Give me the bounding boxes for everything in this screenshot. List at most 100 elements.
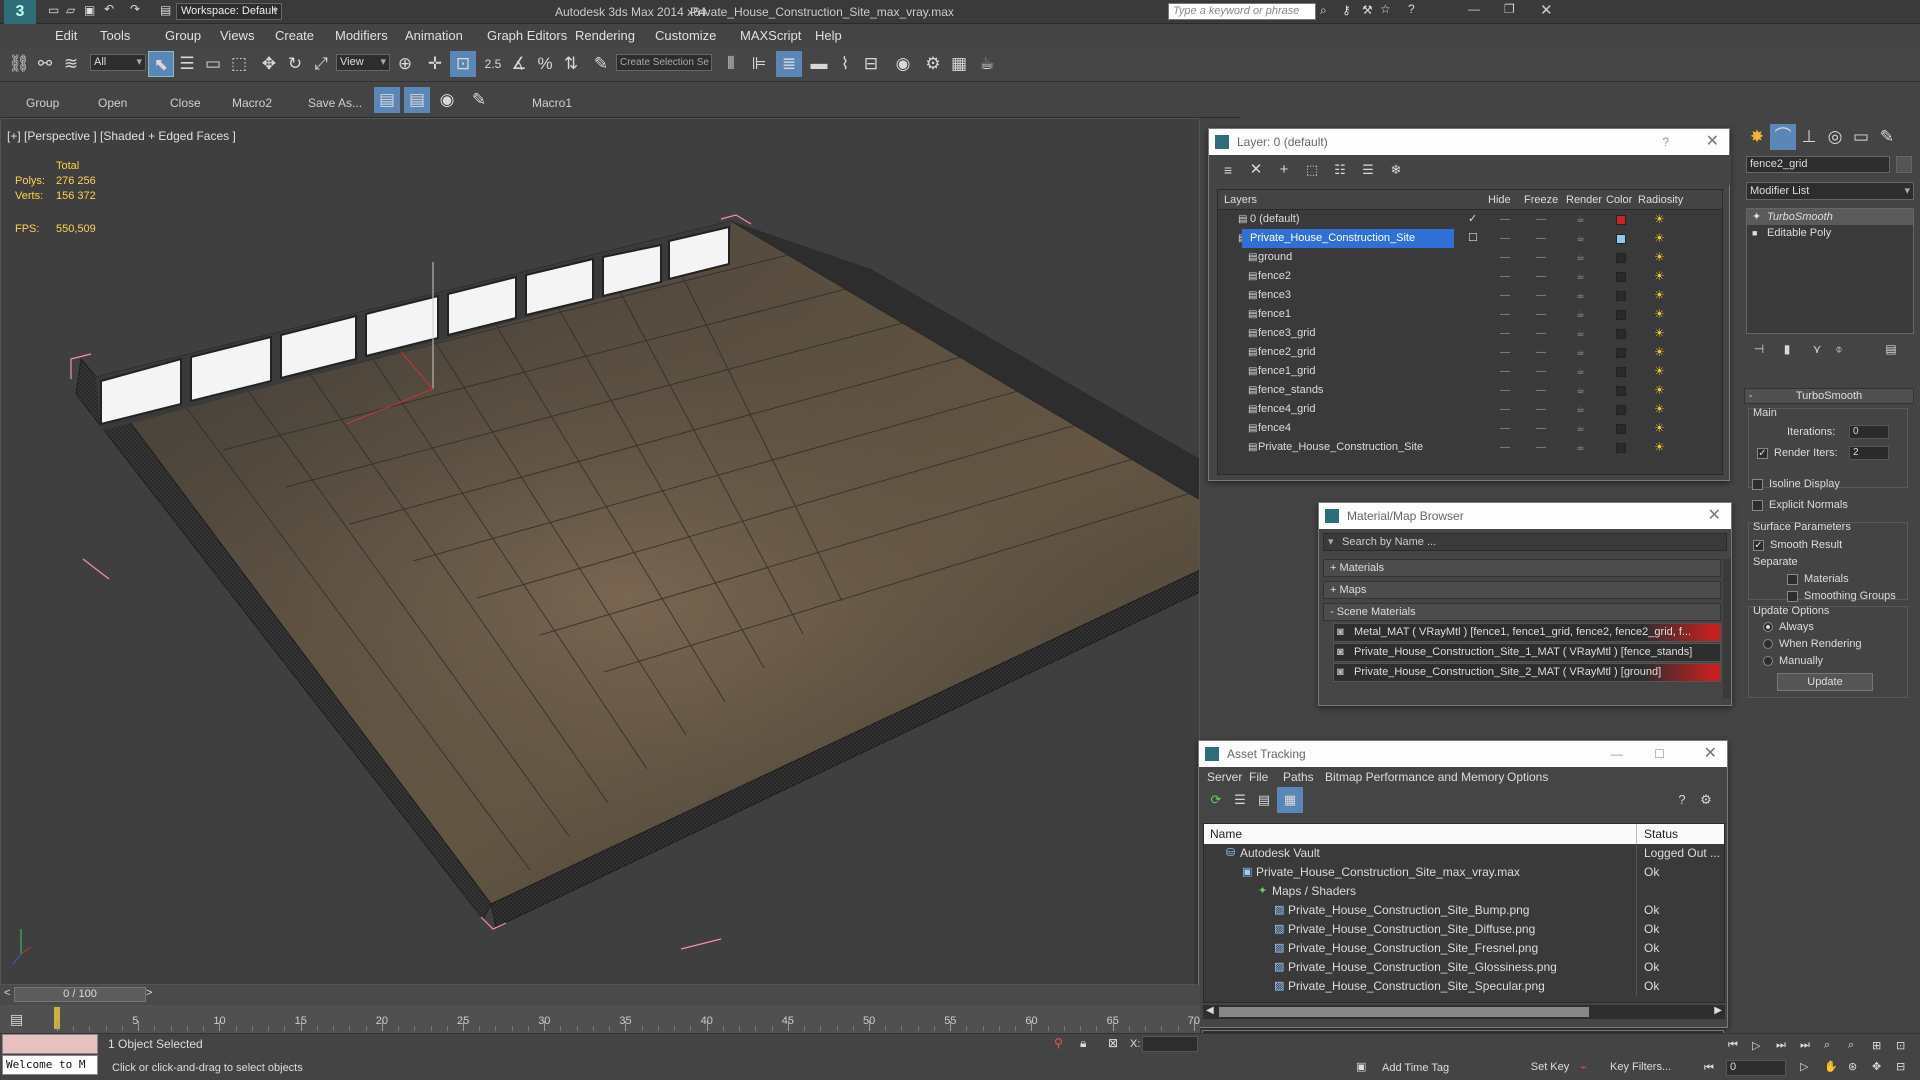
col-freeze[interactable]: Freeze <box>1524 190 1558 210</box>
freeze-toggle-icon[interactable]: — <box>1536 286 1546 305</box>
configure-sets-icon[interactable]: ▤ <box>1878 336 1904 362</box>
render-iters-checkbox[interactable]: ✓ <box>1757 447 1768 459</box>
display-tab-icon[interactable]: ▭ <box>1848 124 1874 150</box>
modifier-list-dropdown[interactable]: Modifier List ▾ <box>1746 182 1914 200</box>
render-toggle-icon[interactable]: ☕ <box>1576 400 1585 419</box>
menu-views[interactable]: Views <box>220 28 254 43</box>
layer-row[interactable]: ▤ ground — — ☕ ☀ <box>1218 248 1722 267</box>
hide-toggle-icon[interactable]: — <box>1500 381 1510 400</box>
select-link-icon[interactable]: ⛓ <box>6 51 32 77</box>
rect-selection-icon[interactable]: ▭ <box>200 51 226 77</box>
radiosity-icon[interactable]: ☀ <box>1654 305 1665 324</box>
col-status[interactable]: Status <box>1644 824 1678 844</box>
list-view-icon[interactable]: ☰ <box>1227 787 1253 813</box>
mirror-icon[interactable]: ⫴ <box>718 51 744 77</box>
hide-toggle-icon[interactable]: — <box>1500 210 1510 229</box>
layer-color-swatch[interactable] <box>1616 329 1626 339</box>
radiosity-icon[interactable]: ☀ <box>1654 419 1665 438</box>
expand-icon[interactable]: ■ <box>1752 225 1757 241</box>
close-icon[interactable]: ✕ <box>1704 741 1717 767</box>
keyboard-shortcut-icon[interactable]: ⊡ <box>450 51 476 77</box>
time-tag-icon[interactable]: ▣ <box>1356 1060 1366 1073</box>
binoculars-icon[interactable]: ⌕ <box>1320 3 1327 18</box>
render-toggle-icon[interactable]: ☕ <box>1576 362 1585 381</box>
radiosity-icon[interactable]: ☀ <box>1654 229 1665 248</box>
layer-color-swatch[interactable] <box>1616 424 1626 434</box>
hide-toggle-icon[interactable]: — <box>1500 419 1510 438</box>
render-toggle-icon[interactable]: ☕ <box>1576 381 1585 400</box>
zoom-all-icon[interactable]: ⌕ <box>1848 1039 1854 1052</box>
hide-toggle-icon[interactable]: — <box>1500 286 1510 305</box>
next-key-icon[interactable]: ⏭ <box>1776 1039 1786 1052</box>
edit-named-selection-icon[interactable]: ✎ <box>588 51 614 77</box>
freeze-toggle-icon[interactable]: — <box>1536 343 1546 362</box>
maximize-icon[interactable]: ☐ <box>1654 741 1665 767</box>
isoline-checkbox[interactable] <box>1752 478 1763 490</box>
next-frame-icon[interactable]: > <box>146 987 152 999</box>
stack-item-turbosmooth[interactable]: ✦ TurboSmooth <box>1747 209 1913 225</box>
refresh-icon[interactable]: ⟳ <box>1203 787 1229 813</box>
asset-row[interactable]: ▣ Private_House_Construction_Site_max_vra… <box>1204 863 1724 882</box>
menu-help[interactable]: Help <box>815 28 842 43</box>
radiosity-icon[interactable]: ☀ <box>1654 324 1665 343</box>
create-layer-icon[interactable]: ≡ <box>1215 157 1241 183</box>
asset-row[interactable]: ▨ Private_House_Construction_Site_Bump.pn… <box>1204 901 1724 920</box>
open-file-icon[interactable]: ▱ <box>66 3 75 17</box>
smoothing-groups-checkbox[interactable] <box>1787 590 1798 602</box>
active-layer-icon[interactable]: ✓ <box>1468 210 1477 229</box>
menu-tools[interactable]: Tools <box>100 28 130 43</box>
render-toggle-icon[interactable]: ☕ <box>1576 305 1585 324</box>
track-bar[interactable]: ▤ 5 10 15 20 25 30 35 40 45 50 55 60 65 70 <box>0 1005 1200 1033</box>
layer-row[interactable]: ▤ fence2 — — ☕ ☀ <box>1218 267 1722 286</box>
menu-maxscript[interactable]: MAXScript <box>740 28 801 43</box>
asset-menu-bitmap[interactable]: Bitmap Performance and Memory <box>1325 767 1504 787</box>
layer-color-swatch[interactable] <box>1616 443 1626 453</box>
create-tab-icon[interactable]: ✸ <box>1744 124 1770 150</box>
time-slider[interactable]: < 0 / 100 > <box>0 985 1200 1005</box>
freeze-toggle-icon[interactable]: — <box>1536 267 1546 286</box>
material-search-field[interactable]: ▾ Search by Name ... <box>1323 533 1727 551</box>
layer-color-swatch[interactable] <box>1616 234 1626 244</box>
group-materials[interactable]: + Materials <box>1323 559 1721 577</box>
selection-lock-icon[interactable]: 🔒︎ <box>1080 1036 1086 1051</box>
col-color[interactable]: Color <box>1606 190 1632 210</box>
object-name-field[interactable]: fence2_grid <box>1746 156 1890 173</box>
hide-toggle-icon[interactable]: — <box>1500 324 1510 343</box>
graphite-toggle-icon[interactable]: ▬ <box>806 51 832 77</box>
close-icon[interactable]: ✕ <box>1708 503 1721 529</box>
render-toggle-icon[interactable]: ☕ <box>1576 438 1585 457</box>
layer-row[interactable]: ▤ fence3_grid — — ☕ ☀ <box>1218 324 1722 343</box>
close-icon[interactable]: ✕ <box>1540 1 1553 19</box>
scene-explorer-icon[interactable]: ▤ <box>374 87 400 113</box>
max-toggle-icon[interactable]: ⊟ <box>1896 1060 1905 1073</box>
hierarchy-tab-icon[interactable]: ⊥ <box>1796 124 1822 150</box>
macro-button-open[interactable]: Open <box>98 96 127 110</box>
scroll-left-icon[interactable]: ◀ <box>1206 1005 1214 1016</box>
freeze-toggle-icon[interactable]: — <box>1536 400 1546 419</box>
hide-all-icon[interactable]: ☰ <box>1355 157 1381 183</box>
prev-key-small-icon[interactable]: ⏮ <box>1704 1062 1714 1075</box>
menu-create[interactable]: Create <box>275 28 314 43</box>
asset-menu-server[interactable]: Server <box>1207 767 1242 787</box>
render-toggle-icon[interactable]: ☕ <box>1576 286 1585 305</box>
brush-icon[interactable]: ✎ <box>466 87 492 113</box>
minimize-icon[interactable]: — <box>1468 2 1480 16</box>
asset-menu-options[interactable]: Options <box>1507 767 1548 787</box>
macro-button-group[interactable]: Group <box>26 96 59 110</box>
maxscript-listener[interactable] <box>2 1034 98 1054</box>
radiosity-icon[interactable]: ☀ <box>1654 400 1665 419</box>
highlight-layer-icon[interactable]: ☷ <box>1327 157 1353 183</box>
layer-color-swatch[interactable] <box>1616 215 1626 225</box>
absolute-mode-icon[interactable]: ⊠ <box>1108 1036 1118 1050</box>
layer-row[interactable]: ▤ fence4 — — ☕ ☀ <box>1218 419 1722 438</box>
layer-color-swatch[interactable] <box>1616 310 1626 320</box>
curve-editor-icon[interactable]: ⌇ <box>832 51 858 77</box>
material-editor-icon[interactable]: ◉ <box>434 87 460 113</box>
star-icon[interactable]: ☆ <box>1380 2 1391 16</box>
layer-row[interactable]: ▤ 0 (default) ✓ — — ☕ ☀ <box>1218 210 1722 229</box>
macro-button-close[interactable]: Close <box>170 96 201 110</box>
menu-rendering[interactable]: Rendering <box>575 28 635 43</box>
scroll-right-icon[interactable]: ▶ <box>1714 1005 1722 1016</box>
radiosity-icon[interactable]: ☀ <box>1654 286 1665 305</box>
layer-row[interactable]: ▤Private_House_Construction_Site☐——☕☀ <box>1218 229 1722 248</box>
